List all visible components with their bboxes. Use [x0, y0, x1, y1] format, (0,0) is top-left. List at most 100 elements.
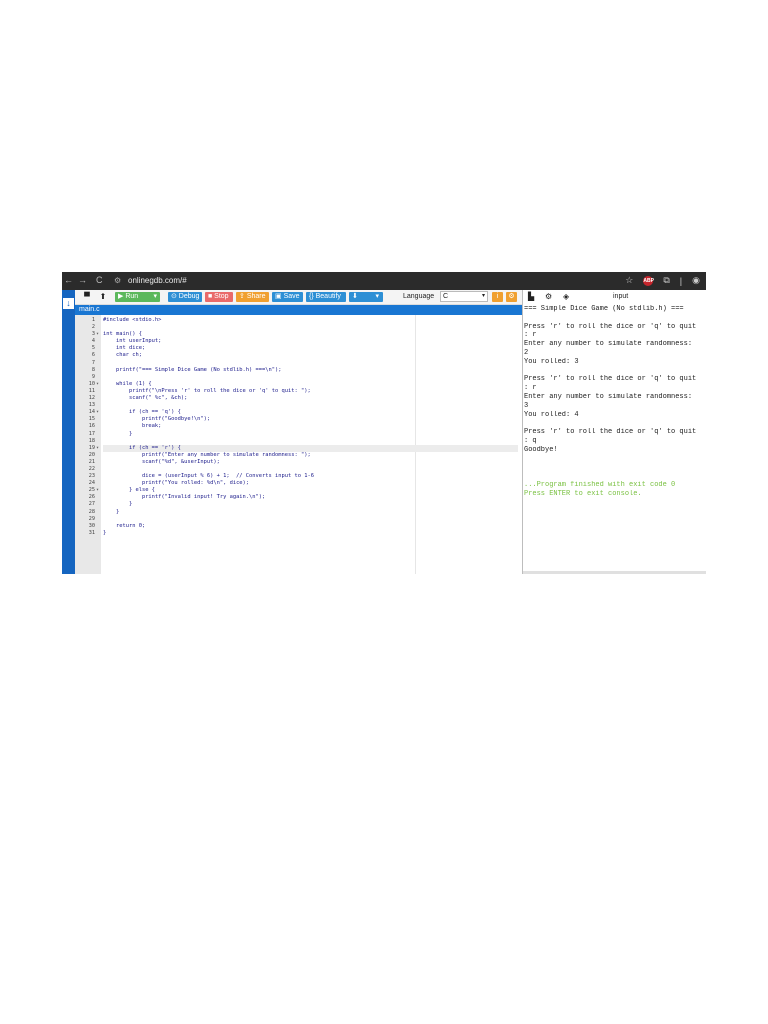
clear-output-icon[interactable]: ▙ — [528, 292, 534, 302]
output-settings-icon[interactable]: ⚙ — [545, 292, 552, 302]
code-text: if (ch == 'q') { — [103, 409, 181, 416]
line-number: 22 — [88, 465, 95, 472]
code-line[interactable]: 3 ▾ int main() { — [92, 331, 518, 338]
code-text: char ch; — [103, 352, 142, 359]
line-number: 13 — [88, 402, 95, 409]
debug-button[interactable]: ⊙ Debug — [168, 292, 202, 302]
download-button[interactable]: ⬇ ▾ — [349, 292, 383, 302]
share-label: Share — [246, 293, 266, 300]
code-line[interactable]: 22 — [89, 466, 518, 473]
console-output[interactable]: === Simple Dice Game (No stdlib.h) === Pr… — [524, 305, 706, 499]
code-text: } — [103, 508, 120, 515]
line-number: 24 — [88, 480, 95, 487]
share-icon: ⇪ — [239, 293, 247, 300]
console-line: You rolled: 3 — [524, 357, 579, 366]
code-line[interactable]: 21 scanf("%d", &userInput); — [89, 458, 518, 466]
console-line: Press ENTER to exit console. — [524, 489, 642, 498]
code-text: scanf(" %c", &ch); — [103, 395, 188, 402]
code-line[interactable]: 1 #include <stdio.h> — [92, 317, 518, 324]
code-line[interactable]: 24 printf("You rolled: %d\n", dice); — [89, 480, 518, 487]
settings-gear-icon[interactable]: ⚙ — [506, 292, 517, 302]
code-line[interactable]: 7 — [92, 360, 518, 367]
run-button[interactable]: ▶ Run ▾ — [115, 292, 160, 302]
extensions-icon[interactable]: ⧉ — [663, 275, 669, 286]
site-settings-icon[interactable]: ⚙ — [114, 275, 123, 287]
code-line[interactable]: 19 ▾ if (ch == 'r') { — [89, 444, 518, 452]
code-line[interactable]: 27 } — [89, 501, 518, 508]
code-line[interactable]: 20 printf("Enter any number to simulate … — [89, 452, 518, 459]
download-dropdown-icon[interactable]: ▾ — [375, 292, 379, 302]
save-button[interactable]: ▣ Save — [272, 292, 303, 302]
console-mode-icon[interactable]: ◈ — [563, 292, 569, 302]
fold-arrow-icon[interactable]: ▾ — [96, 409, 99, 416]
fold-arrow-icon[interactable]: ▾ — [96, 445, 99, 452]
back-icon[interactable]: ← — [64, 275, 73, 285]
code-line[interactable]: 15 printf("Goodbye!\n"); — [89, 416, 518, 423]
console-line: You rolled: 4 — [524, 410, 579, 419]
line-number: 8 — [91, 366, 95, 373]
code-line[interactable]: 8 printf("=== Simple Dice Game (No stdli… — [92, 367, 518, 374]
upload-icon[interactable]: ⬆ — [97, 292, 109, 302]
code-text: scanf("%d", &userInput); — [103, 458, 220, 465]
url-field[interactable]: ⚙ onlinegdb.com/# — [114, 275, 594, 287]
output-title: input — [613, 293, 629, 300]
bookmark-star-icon[interactable]: ☆ — [625, 275, 633, 286]
code-area[interactable]: 1 #include <stdio.h> 2 3 ▾ int main() {4 int … — [89, 317, 518, 537]
code-line[interactable]: 31} — [89, 530, 518, 537]
code-line[interactable]: 28 } — [89, 508, 518, 516]
forward-icon[interactable]: → — [78, 275, 87, 285]
code-line[interactable]: 17 } — [89, 431, 518, 438]
code-line[interactable]: 30 return 0; — [89, 523, 518, 530]
code-text: dice = (userInput % 6) + 1; // Converts … — [103, 473, 314, 480]
code-line[interactable]: 12 scanf(" %c", &ch); — [89, 395, 518, 402]
stop-button[interactable]: ■ Stop — [205, 292, 233, 302]
run-dropdown-icon[interactable]: ▾ — [153, 292, 157, 302]
code-line[interactable]: 5 int dice; — [92, 345, 518, 352]
code-line[interactable]: 25 ▾ } else { — [89, 487, 518, 494]
code-line[interactable]: 6 char ch; — [92, 352, 518, 359]
line-number: 28 — [88, 508, 95, 515]
language-select[interactable]: C ▾ — [440, 291, 488, 302]
code-line[interactable]: 23 dice = (userInput % 6) + 1; // Conver… — [89, 473, 518, 480]
code-editor[interactable]: 1 #include <stdio.h> 2 3 ▾ int main() {4 int … — [75, 315, 522, 574]
code-line[interactable]: 14 ▾ if (ch == 'q') { — [89, 409, 518, 416]
code-line[interactable]: 29 — [89, 516, 518, 523]
file-tab-label: main.c — [79, 306, 100, 313]
line-number: 1 — [91, 317, 95, 323]
new-file-icon[interactable]: ▀ — [81, 292, 93, 302]
file-tab[interactable]: main.c — [75, 305, 522, 315]
share-button[interactable]: ⇪ Share — [236, 292, 269, 302]
console-line: Goodbye! — [524, 445, 558, 454]
line-number: 27 — [88, 501, 95, 508]
info-button[interactable]: i — [492, 292, 503, 302]
output-header: ▙ ⚙ ◈ input — [523, 290, 706, 304]
code-line[interactable]: 11 printf("\nPress 'r' to roll the dice … — [89, 388, 518, 395]
code-line[interactable]: 10 ▾ while (1) { — [89, 381, 518, 388]
line-number: 20 — [88, 451, 95, 458]
line-number: 31 — [88, 529, 95, 536]
console-scrollbar[interactable] — [523, 571, 706, 574]
line-number: 5 — [91, 345, 95, 352]
fold-arrow-icon[interactable]: ▾ — [96, 331, 99, 338]
code-line[interactable]: 2 — [92, 324, 518, 331]
console-line: Press 'r' to roll the dice or 'q' to qui… — [524, 428, 697, 437]
reload-icon[interactable]: C — [96, 275, 103, 285]
sidebar-toggle-icon[interactable]: ↓ — [63, 298, 74, 309]
code-line[interactable]: 4 int userInput; — [92, 338, 518, 345]
divider-icon: | — [679, 275, 683, 286]
code-line[interactable]: 13 — [89, 402, 518, 409]
line-number: 12 — [88, 395, 95, 402]
beautify-button[interactable]: {} Beautify — [306, 292, 346, 302]
browser-actions: ☆ ABP ⧉ | ◉ — [625, 275, 700, 286]
fold-arrow-icon[interactable]: ▾ — [96, 381, 99, 388]
fold-arrow-icon[interactable]: ▾ — [96, 487, 99, 494]
code-line[interactable]: 9 — [92, 374, 518, 381]
code-line[interactable]: 26 printf("Invalid input! Try again.\n")… — [89, 494, 518, 501]
code-line[interactable]: 16 break; — [89, 423, 518, 430]
code-line[interactable]: 18 — [89, 438, 518, 445]
adblock-icon[interactable]: ABP — [643, 275, 654, 286]
profile-icon[interactable]: ◉ — [692, 275, 700, 286]
line-number: 10 — [88, 380, 95, 387]
